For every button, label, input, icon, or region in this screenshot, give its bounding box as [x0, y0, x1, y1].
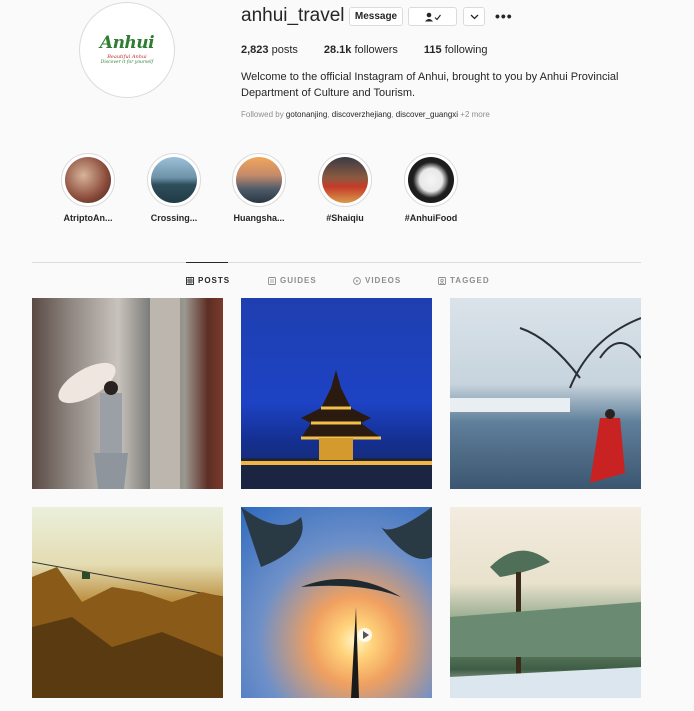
anhui-logo: Anhui	[99, 33, 155, 53]
highlight-label: Huangsha...	[233, 213, 285, 223]
following-stat[interactable]: 115 following	[424, 44, 488, 56]
person-check-icon	[424, 12, 441, 21]
highlight-label: Crossing...	[150, 213, 198, 223]
highlight-thumbnail	[236, 157, 282, 203]
highlight-item[interactable]: Huangsha...	[229, 153, 289, 223]
highlight-label: #AnhuiFood	[404, 213, 458, 223]
highlight-thumbnail	[65, 157, 111, 203]
chevron-down-icon	[470, 14, 478, 19]
profile-bio: Welcome to the official Instagram of Anh…	[241, 71, 619, 99]
highlight-item[interactable]: Crossing...	[144, 153, 204, 223]
post-image	[450, 550, 641, 698]
logo-tagline-2: Discover it for yourself	[100, 60, 154, 65]
tab-guides[interactable]: GUIDES	[268, 276, 317, 285]
ellipsis-icon[interactable]: •••	[495, 8, 513, 24]
tag-icon	[438, 276, 446, 285]
post-thumbnail[interactable]	[32, 298, 223, 489]
followed-by-account[interactable]: discover_guangxi	[396, 110, 458, 119]
profile-username: anhui_travel	[241, 5, 345, 26]
highlight-label: AtriptoAn...	[63, 213, 113, 223]
video-icon	[353, 276, 361, 285]
followers-stat[interactable]: 28.1k followers	[324, 44, 398, 56]
post-thumbnail[interactable]	[241, 298, 432, 489]
following-button[interactable]	[408, 7, 457, 26]
highlight-item[interactable]: AtriptoAn...	[58, 153, 118, 223]
post-image	[32, 561, 223, 698]
highlight-thumbnail	[408, 157, 454, 203]
grid-icon	[186, 276, 194, 285]
post-thumbnail[interactable]	[241, 507, 432, 698]
highlight-item[interactable]: #AnhuiFood	[401, 153, 461, 223]
tab-videos[interactable]: VIDEOS	[353, 276, 401, 285]
profile-stats: 2,823 posts 28.1k followers 115 followin…	[241, 44, 488, 56]
guide-icon	[268, 276, 276, 285]
post-image	[450, 317, 641, 483]
highlight-thumbnail	[151, 157, 197, 203]
post-image	[241, 507, 432, 698]
message-button[interactable]: Message	[349, 7, 403, 26]
tabs-divider	[32, 262, 641, 263]
post-thumbnail[interactable]	[450, 507, 641, 698]
post-image	[241, 370, 432, 489]
highlight-item[interactable]: #Shaiqiu	[315, 153, 375, 223]
profile-avatar[interactable]: Anhui Beautiful Anhui Discover it for yo…	[79, 2, 175, 98]
tab-tagged[interactable]: TAGGED	[438, 276, 490, 285]
post-image	[58, 298, 180, 489]
suggested-accounts-button[interactable]	[463, 7, 485, 26]
followed-by[interactable]: Followed by gotonanjing, discoverzhejian…	[241, 110, 490, 119]
followed-by-account[interactable]: gotonanjing	[286, 110, 327, 119]
post-thumbnail[interactable]	[32, 507, 223, 698]
post-thumbnail[interactable]	[450, 298, 641, 489]
active-tab-indicator	[186, 262, 228, 263]
highlight-thumbnail	[322, 157, 368, 203]
tab-posts[interactable]: POSTS	[186, 276, 230, 285]
followed-by-account[interactable]: discoverzhejiang	[332, 110, 392, 119]
posts-stat[interactable]: 2,823 posts	[241, 44, 298, 56]
highlight-label: #Shaiqiu	[326, 213, 364, 223]
